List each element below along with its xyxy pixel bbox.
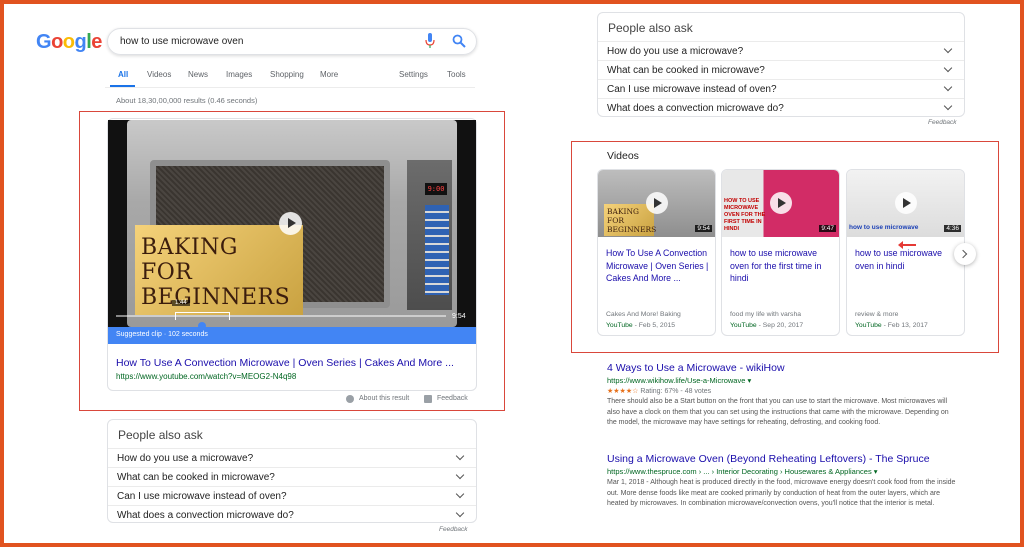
people-also-ask-right: People also ask How do you use a microwa… <box>597 12 965 117</box>
paa-feedback-link[interactable]: Feedback <box>928 119 957 126</box>
result-url[interactable]: https://www.wikihow.life/Use-a-Microwave… <box>607 376 957 385</box>
result-title-link[interactable]: Using a Microwave Oven (Beyond Reheating… <box>607 453 957 465</box>
video-source: YouTube <box>855 322 882 329</box>
tab-tools[interactable]: Tools <box>447 70 466 79</box>
paa-question[interactable]: Can I use microwave instead of oven? <box>108 486 476 505</box>
result-snippet: There should also be a Start button on t… <box>607 398 949 426</box>
result-url[interactable]: https://www.thespruce.com › ... › Interi… <box>607 467 957 476</box>
paa-question[interactable]: Can I use microwave instead of oven? <box>598 79 964 98</box>
play-icon[interactable] <box>770 192 792 214</box>
paa-question[interactable]: What can be cooked in microwave? <box>108 467 476 486</box>
chevron-down-icon <box>455 489 465 499</box>
tab-settings[interactable]: Settings <box>399 70 428 79</box>
logo-letter: o <box>62 31 75 53</box>
tab-shopping[interactable]: Shopping <box>270 70 304 79</box>
chevron-down-icon <box>943 63 953 73</box>
carousel-next-button[interactable] <box>954 243 976 265</box>
microphone-icon[interactable] <box>425 33 435 49</box>
video-meta: YouTube - Sep 20, 2017 <box>730 322 804 329</box>
logo-letter: g <box>74 31 87 53</box>
paa-question[interactable]: How do you use a microwave? <box>598 41 964 60</box>
tab-all[interactable]: All <box>118 70 128 79</box>
logo-letter: G <box>36 31 52 53</box>
video-duration: 9:47 <box>819 225 836 232</box>
video-duration: 4:36 <box>944 225 961 232</box>
paa-heading: People also ask <box>608 21 693 35</box>
video-title-link[interactable]: how to use microwave oven for the first … <box>730 247 835 285</box>
chevron-down-icon <box>943 44 953 54</box>
chevron-down-icon <box>943 101 953 111</box>
logo-letter: e <box>91 31 102 53</box>
result-rating: ★★★★☆ Rating: 67% - 48 votes <box>607 387 957 395</box>
paa-question-text: How do you use a microwave? <box>117 453 254 464</box>
video-date: Feb 5, 2015 <box>638 322 676 329</box>
paa-question[interactable]: What can be cooked in microwave? <box>598 60 964 79</box>
chevron-down-icon <box>455 470 465 480</box>
video-card[interactable]: BAKING FOR BEGINNERS 9:54 How To Use A C… <box>597 169 716 336</box>
search-box[interactable]: how to use microwave oven <box>107 28 477 55</box>
video-source: YouTube <box>606 322 633 329</box>
results-count: About 18,30,00,000 results (0.46 seconds… <box>116 96 258 105</box>
rating-stars-icon: ★★★★☆ <box>607 388 639 395</box>
thumb-text: how to use microwave <box>849 224 919 231</box>
tab-images[interactable]: Images <box>226 70 252 79</box>
search-result: 4 Ways to Use a Microwave - wikiHow http… <box>607 362 957 429</box>
chevron-down-icon <box>943 82 953 92</box>
play-icon[interactable] <box>895 192 917 214</box>
video-channel: review & more <box>855 311 899 318</box>
logo-letter: o <box>51 31 63 53</box>
result-snippet: Mar 1, 2018 - Although heat is produced … <box>607 479 956 507</box>
paa-question-text: What can be cooked in microwave? <box>607 65 765 76</box>
video-duration: 9:54 <box>695 225 712 232</box>
video-meta: YouTube - Feb 13, 2017 <box>855 322 928 329</box>
video-meta: YouTube - Feb 5, 2015 <box>606 322 676 329</box>
rating-text: Rating: 67% - 48 votes <box>640 388 712 395</box>
search-input[interactable]: how to use microwave oven <box>120 36 243 47</box>
video-date: Feb 13, 2017 <box>887 322 928 329</box>
paa-question-text: What does a convection microwave do? <box>117 510 294 521</box>
thumb-text: BAKING FOR BEGINNERS <box>604 204 656 236</box>
paa-question-text: Can I use microwave instead of oven? <box>607 84 777 95</box>
result-title-link[interactable]: 4 Ways to Use a Microwave - wikiHow <box>607 362 957 374</box>
paa-question-text: What does a convection microwave do? <box>607 103 784 114</box>
paa-question[interactable]: How do you use a microwave? <box>108 448 476 467</box>
video-date: Sep 20, 2017 <box>762 322 804 329</box>
tab-videos[interactable]: Videos <box>147 70 171 79</box>
video-channel: food my life with varsha <box>730 311 802 318</box>
video-channel: Cakes And More! Baking <box>606 311 681 318</box>
tab-news[interactable]: News <box>188 70 208 79</box>
people-also-ask-left: People also ask How do you use a microwa… <box>107 419 477 523</box>
video-card[interactable]: HOW TO USE MICROWAVE OVEN FOR THE FIRST … <box>721 169 840 336</box>
paa-feedback-link[interactable]: Feedback <box>439 526 468 533</box>
paa-question-text: What can be cooked in microwave? <box>117 472 275 483</box>
paa-heading: People also ask <box>118 428 203 442</box>
tabs-divider <box>105 87 475 88</box>
paa-question[interactable]: What does a convection microwave do? <box>598 98 964 117</box>
red-arrow-annotation <box>898 241 916 249</box>
paa-question[interactable]: What does a convection microwave do? <box>108 505 476 524</box>
chevron-down-icon <box>455 508 465 518</box>
paa-question-text: How do you use a microwave? <box>607 46 744 57</box>
videos-heading: Videos <box>607 150 639 162</box>
video-source: YouTube <box>730 322 757 329</box>
google-logo[interactable]: Google <box>36 31 102 54</box>
video-title-link[interactable]: how to use microwave oven in hindi <box>855 247 960 272</box>
chevron-down-icon <box>455 451 465 461</box>
search-icon[interactable] <box>452 34 466 48</box>
video-card[interactable]: how to use microwave 4:36 how to use mic… <box>846 169 965 336</box>
highlight-box-featured-video <box>79 111 505 411</box>
video-title-link[interactable]: How To Use A Convection Microwave | Oven… <box>606 247 711 285</box>
search-result: Using a Microwave Oven (Beyond Reheating… <box>607 453 957 510</box>
tab-more[interactable]: More <box>320 70 338 79</box>
paa-question-text: Can I use microwave instead of oven? <box>117 491 287 502</box>
thumb-text: HOW TO USE MICROWAVE OVEN FOR THE FIRST … <box>724 198 766 232</box>
play-icon[interactable] <box>646 192 668 214</box>
